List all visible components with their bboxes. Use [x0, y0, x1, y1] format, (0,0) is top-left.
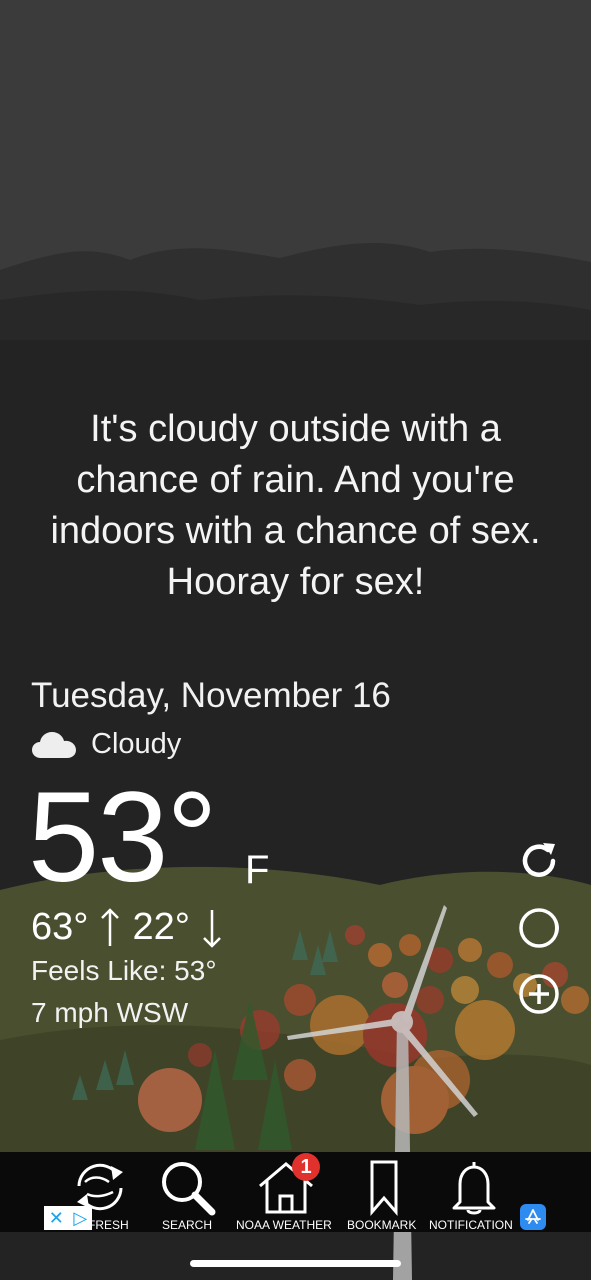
high-temperature: 63°	[31, 906, 89, 948]
tab-label-refresh: FRESH	[88, 1218, 129, 1232]
app-store-glyph-icon	[525, 1209, 541, 1224]
arrow-up-icon	[100, 907, 120, 948]
low-temperature: 22°	[132, 906, 190, 948]
condition-label: Cloudy	[91, 728, 182, 760]
weather-screen: It's cloudy outside with a chance of rai…	[0, 0, 591, 1280]
cloud-icon	[32, 731, 76, 758]
theme-toggle-button[interactable]	[516, 905, 562, 951]
bookmark-icon	[370, 1160, 398, 1217]
app-store-icon[interactable]	[520, 1204, 546, 1230]
ad-play-icon: ▷	[73, 1208, 88, 1228]
add-location-button[interactable]	[516, 971, 562, 1017]
current-condition: Cloudy	[31, 728, 181, 761]
wind-speed: 7 mph WSW	[31, 997, 189, 1028]
feels-like: Feels Like: 53°	[31, 955, 217, 986]
tab-bookmark[interactable]: BOOKMARK	[344, 1152, 424, 1232]
tab-label-search: SEARCH	[162, 1218, 213, 1232]
moon-icon	[519, 908, 559, 948]
weather-message: It's cloudy outside with a chance of rai…	[50, 408, 541, 603]
tab-search[interactable]: SEARCH	[155, 1152, 221, 1232]
search-icon	[162, 1162, 216, 1216]
high-low-temperatures: 63° 22°	[31, 906, 222, 949]
temperature-unit: F	[245, 848, 270, 892]
tab-label-notification: NOTIFICATION	[429, 1218, 513, 1232]
forecast-date: Tuesday, November 16	[31, 676, 391, 715]
refresh-button[interactable]	[516, 838, 562, 884]
scenery-background	[0, 0, 591, 1280]
refresh-icon	[522, 843, 556, 877]
tab-notification[interactable]: NOTIFICATION	[428, 1152, 520, 1232]
home-indicator[interactable]	[190, 1260, 401, 1267]
tab-label-bookmark: BOOKMARK	[347, 1218, 417, 1232]
arrow-down-icon	[202, 908, 222, 948]
tab-label-noaa-weather: NOAA WEATHER	[236, 1218, 332, 1232]
close-ad-icon: ✕	[48, 1208, 64, 1228]
tab-noaa-weather[interactable]: 1 NOAA WEATHER	[232, 1152, 340, 1232]
bell-icon	[452, 1162, 496, 1215]
current-temperature: 53°	[28, 766, 218, 909]
ad-choices-badge[interactable]: ✕ ▷	[44, 1206, 92, 1230]
notification-badge: 1	[292, 1153, 320, 1181]
add-icon	[519, 974, 559, 1014]
